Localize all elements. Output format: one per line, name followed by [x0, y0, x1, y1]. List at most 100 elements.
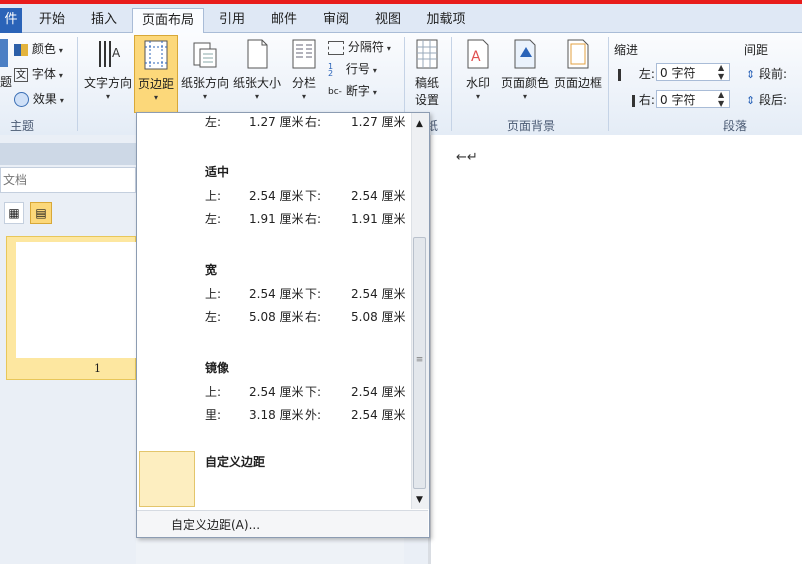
indent-left-spinner[interactable]: ▲ ▼	[718, 63, 724, 81]
orientation-icon	[193, 42, 217, 68]
partial-left-label: 左:	[205, 115, 222, 129]
spacing-after-icon: ⇕	[746, 94, 756, 107]
line-numbers-label: 行号	[345, 62, 370, 76]
margins-label: 页边距	[137, 77, 174, 91]
theme-colors-button[interactable]: 颜色 ▾	[14, 39, 63, 59]
page-thumbnail-number: 1	[94, 362, 101, 375]
preset-mirrored-title: 镜像	[205, 361, 230, 375]
line-numbers-icon: 12	[328, 61, 334, 78]
page-color-label: 页面颜色	[500, 76, 549, 90]
margin-preset-partial-row[interactable]: 左: 1.27 厘米 右: 1.27 厘米	[205, 113, 406, 129]
watermark-button[interactable]: A 水印 ▾	[460, 35, 496, 101]
breaks-label: 分隔符	[347, 40, 384, 54]
theme-fonts-button[interactable]: 文 字体 ▾	[14, 64, 63, 84]
document-page[interactable]	[428, 135, 802, 564]
watermark-icon: A	[467, 39, 489, 69]
svg-text:A: A	[112, 46, 121, 60]
results-view-icon[interactable]: ▤	[30, 202, 52, 224]
navigation-pane-header	[0, 143, 136, 165]
tab-references[interactable]: 引用	[208, 10, 256, 32]
manuscript-label-1: 稿纸	[414, 76, 439, 90]
indent-left-label-wrap: 左:	[618, 64, 655, 84]
manuscript-settings-button[interactable]: 稿纸 设置	[408, 35, 446, 108]
hyphenation-icon: bc-	[328, 86, 342, 97]
themes-icon[interactable]	[0, 39, 8, 67]
scroll-grip-icon: ≡	[415, 355, 424, 365]
page-thumbnail-preview	[16, 242, 136, 358]
page-size-icon	[247, 39, 268, 69]
group-separator	[608, 37, 609, 131]
preset-wide-title: 宽	[205, 263, 218, 277]
tab-page-layout[interactable]: 页面布局	[132, 8, 204, 35]
manuscript-label-2: 设置	[414, 93, 439, 107]
spacing-before-label: 段前:	[759, 67, 788, 81]
theme-colors-label: 颜色	[31, 42, 56, 56]
indent-left-label: 左:	[638, 67, 655, 81]
margin-preset-moderate[interactable]: 适中 上: 2.54 厘米 下: 2.54 厘米 左: 1.91 厘米 右: 1…	[137, 153, 409, 233]
tab-add-ins[interactable]: 加载项	[418, 10, 474, 32]
margin-preset-wide[interactable]: 宽 上: 2.54 厘米 下: 2.54 厘米 左: 5.08 厘米 右: 5.…	[137, 251, 409, 331]
tab-mailings[interactable]: 邮件	[260, 10, 308, 32]
spacing-before-icon: ⇕	[746, 68, 756, 81]
group-separator	[451, 37, 452, 131]
preset-moderate-title: 适中	[205, 165, 230, 179]
indent-right-spinner[interactable]: ▲ ▼	[718, 90, 724, 108]
page-color-icon	[514, 39, 536, 69]
effects-icon	[14, 92, 29, 107]
paragraph-mark: ←↵	[456, 150, 478, 165]
tab-view[interactable]: 视图	[364, 10, 412, 32]
thumbnails-view-icon[interactable]: ▦	[4, 202, 24, 224]
navigation-search-input[interactable]: 文档	[0, 167, 136, 193]
hyphenation-button[interactable]: bc- 断字 ▾	[328, 81, 377, 101]
orientation-button[interactable]: 纸张方向 ▾	[180, 35, 230, 101]
indent-heading: 缩进	[614, 43, 639, 57]
page-borders-icon	[567, 39, 589, 69]
line-numbers-button[interactable]: 12 行号 ▾	[328, 59, 377, 79]
breaks-button[interactable]: 分隔符 ▾	[328, 37, 391, 57]
indent-right-label: 右:	[638, 93, 655, 107]
text-direction-label: 文字方向	[83, 76, 132, 90]
margin-preset-mirrored[interactable]: 镜像 上: 2.54 厘米 下: 2.54 厘米 里: 3.18 厘米 外: 2…	[137, 349, 409, 429]
partial-left-value: 1.27 厘米	[249, 115, 304, 129]
custom-margins-menu-item[interactable]: 自定义边距(A)...	[137, 510, 428, 537]
font-icon: 文	[14, 67, 28, 82]
tab-home[interactable]: 开始	[28, 10, 76, 32]
indent-right-icon	[618, 94, 635, 107]
tab-insert[interactable]: 插入	[80, 10, 128, 32]
size-label: 纸张大小	[232, 76, 281, 90]
breaks-icon	[328, 40, 344, 55]
custom-margins-label: 自定义边距(A)...	[171, 518, 261, 532]
theme-fonts-label: 字体	[31, 67, 56, 81]
custom-margins-icon	[139, 451, 195, 507]
margins-dropdown-menu: 左: 1.27 厘米 右: 1.27 厘米 适中 上: 2.54 厘米 下: 2…	[136, 112, 430, 538]
scroll-up-icon[interactable]: ▲	[413, 117, 426, 131]
text-direction-icon: A	[99, 41, 121, 67]
spacing-after-label: 段后:	[759, 93, 788, 107]
page-color-button[interactable]: 页面颜色 ▾	[500, 35, 550, 101]
page-borders-label: 页面边框	[553, 76, 602, 90]
tab-review[interactable]: 审阅	[312, 10, 360, 32]
margins-icon	[144, 40, 168, 70]
margins-button[interactable]: 页边距 ▾	[134, 35, 178, 113]
navigation-view-buttons: ▦ ▤	[0, 200, 136, 226]
tab-file[interactable]: 件	[0, 8, 22, 34]
preset-custom-title: 自定义边距	[205, 455, 266, 469]
page-borders-button[interactable]: 页面边框	[552, 35, 604, 91]
columns-label: 分栏	[291, 76, 316, 90]
indent-right-label-wrap: 右:	[618, 90, 655, 110]
spacing-after-wrap: ⇕ 段后:	[746, 90, 787, 110]
group-separator	[77, 37, 78, 131]
partial-right-label: 右:	[305, 115, 322, 129]
columns-button[interactable]: 分栏 ▾	[284, 35, 324, 101]
scroll-down-icon[interactable]: ▼	[413, 493, 426, 507]
palette-icon	[14, 43, 28, 56]
themes-label-fragment: 题	[0, 75, 13, 89]
manuscript-grid-icon	[416, 39, 438, 69]
theme-effects-button[interactable]: 效果 ▾	[14, 89, 64, 109]
text-direction-button[interactable]: A 文字方向 ▾	[82, 35, 134, 101]
indent-left-icon	[618, 68, 635, 81]
spacing-heading: 间距	[744, 43, 769, 57]
theme-effects-label: 效果	[32, 92, 57, 106]
spacing-before-wrap: ⇕ 段前:	[746, 64, 787, 84]
size-button[interactable]: 纸张大小 ▾	[232, 35, 282, 101]
